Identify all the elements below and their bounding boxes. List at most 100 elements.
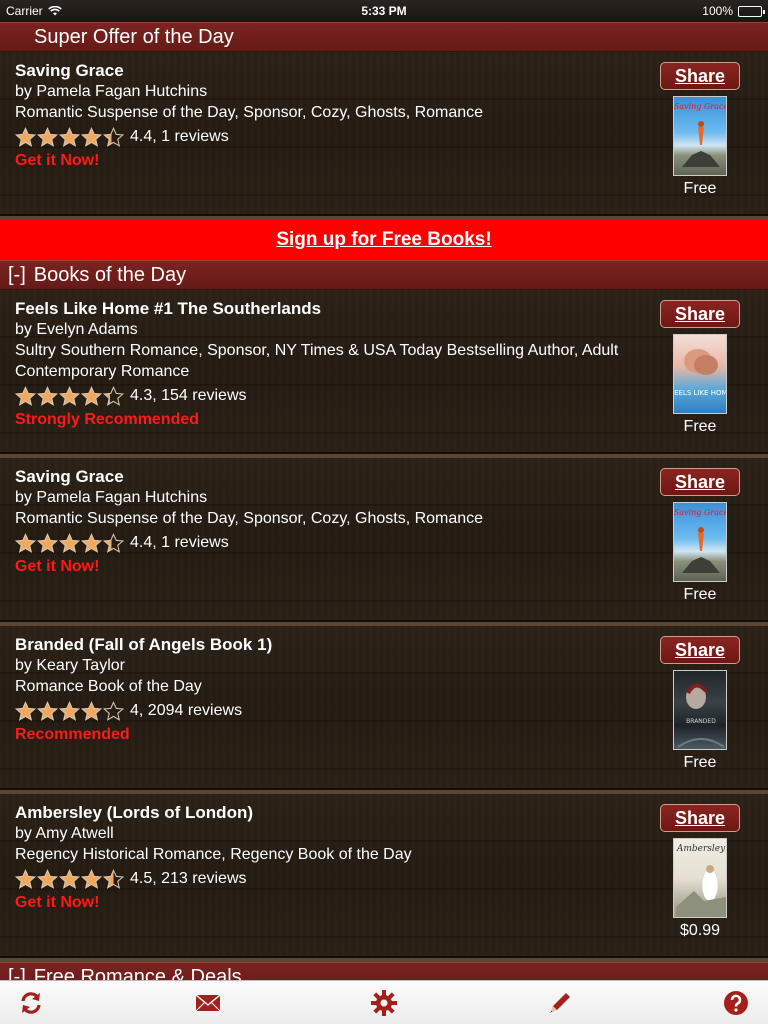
book-genres: Romance Book of the Day (15, 678, 202, 695)
cover-text: Ambersley (676, 844, 726, 854)
star-full-icon (15, 868, 36, 889)
star-full-icon (81, 385, 102, 406)
book-author: by Pamela Fagan Hutchins (15, 489, 208, 506)
book-row[interactable]: Ambersley (Lords of London) by Amy Atwel… (0, 794, 768, 962)
super-offer-title: Super Offer of the Day (34, 26, 234, 48)
star-half-icon (103, 868, 124, 889)
star-full-icon (59, 532, 80, 553)
book-title[interactable]: Saving Grace (15, 466, 670, 487)
share-button[interactable]: Share (660, 62, 740, 90)
star-full-icon (81, 532, 102, 553)
star-full-icon (81, 868, 102, 889)
book-author: by Keary Taylor (15, 657, 125, 674)
battery-icon (738, 5, 765, 17)
book-cover-saving-grace[interactable]: Saving Grace (673, 96, 727, 176)
rating-stars (15, 126, 124, 148)
recommended-link[interactable]: Recommended (15, 725, 670, 745)
share-button[interactable]: Share (660, 636, 740, 664)
rating-stars (15, 385, 124, 407)
rating-text: 4.4, 1 reviews (130, 128, 229, 145)
star-full-icon (59, 385, 80, 406)
star-full-icon (15, 385, 36, 406)
book-price: Free (683, 586, 717, 603)
star-full-icon (37, 385, 58, 406)
bottom-toolbar (0, 980, 768, 1024)
cover-text: FEELS LIKE HOME (674, 389, 727, 397)
book-rating: 4.4, 1 reviews (15, 531, 670, 555)
signup-banner[interactable]: Sign up for Free Books! (0, 220, 768, 260)
star-empty-icon (103, 700, 124, 721)
book-row[interactable]: Feels Like Home #1 The Southerlands by E… (0, 290, 768, 458)
star-full-icon (15, 532, 36, 553)
rating-stars (15, 532, 124, 554)
star-full-icon (59, 126, 80, 147)
star-full-icon (59, 700, 80, 721)
star-half-icon (103, 385, 124, 406)
book-rating: 4, 2094 reviews (15, 699, 670, 723)
star-full-icon (37, 868, 58, 889)
star-half-icon (103, 126, 124, 147)
cover-text: Saving Grace (674, 508, 727, 517)
book-price: Free (683, 180, 717, 197)
book-cover-saving-grace[interactable]: Saving Grace (673, 502, 727, 582)
share-button[interactable]: Share (660, 468, 740, 496)
strongly-recommended-link[interactable]: Strongly Recommended (15, 410, 670, 430)
book-cover-branded[interactable]: BRANDED (673, 670, 727, 750)
star-half-icon (103, 532, 124, 553)
book-price: $0.99 (679, 922, 721, 939)
book-row-super-offer[interactable]: Saving Grace by Pamela Fagan Hutchins Ro… (0, 52, 768, 220)
book-title[interactable]: Feels Like Home #1 The Southerlands (15, 298, 670, 319)
book-row[interactable]: Branded (Fall of Angels Book 1) by Keary… (0, 626, 768, 794)
book-title[interactable]: Saving Grace (15, 60, 670, 81)
get-it-now-link[interactable]: Get it Now! (15, 893, 670, 913)
rating-stars (15, 868, 124, 890)
book-author: by Pamela Fagan Hutchins (15, 83, 208, 100)
share-button[interactable]: Share (660, 804, 740, 832)
book-title[interactable]: Ambersley (Lords of London) (15, 802, 670, 823)
pencil-icon[interactable] (546, 989, 574, 1017)
mail-icon[interactable] (194, 989, 222, 1017)
book-author: by Amy Atwell (15, 825, 114, 842)
signup-link[interactable]: Sign up for Free Books! (276, 229, 491, 250)
book-rating: 4.3, 154 reviews (15, 384, 670, 408)
gear-icon[interactable] (370, 989, 398, 1017)
star-full-icon (81, 126, 102, 147)
collapse-toggle[interactable]: [-] (8, 264, 26, 286)
help-icon[interactable] (722, 989, 750, 1017)
cover-text: BRANDED (686, 718, 716, 725)
book-genres: Romantic Suspense of the Day, Sponsor, C… (15, 510, 484, 527)
book-row[interactable]: Saving Grace by Pamela Fagan Hutchins Ro… (0, 458, 768, 626)
book-price: Free (683, 754, 717, 771)
cover-text: Saving Grace (674, 102, 727, 111)
book-genres: Regency Historical Romance, Regency Book… (15, 846, 412, 863)
star-full-icon (59, 868, 80, 889)
share-button[interactable]: Share (660, 300, 740, 328)
rating-text: 4, 2094 reviews (130, 702, 243, 719)
rating-stars (15, 700, 124, 722)
rating-text: 4.4, 1 reviews (130, 534, 229, 551)
books-of-day-title: Books of the Day (33, 264, 187, 286)
star-full-icon (37, 126, 58, 147)
clock: 5:33 PM (361, 4, 407, 18)
star-full-icon (15, 126, 36, 147)
star-full-icon (81, 700, 102, 721)
book-author: by Evelyn Adams (15, 321, 138, 338)
star-full-icon (37, 700, 58, 721)
rating-text: 4.5, 213 reviews (130, 870, 247, 887)
star-full-icon (37, 532, 58, 553)
battery-label: 100% (702, 4, 733, 18)
book-rating: 4.4, 1 reviews (15, 125, 670, 149)
status-bar: Carrier 5:33 PM 100% (0, 0, 768, 22)
books-of-day-header[interactable]: [-] Books of the Day (0, 260, 768, 290)
book-title[interactable]: Branded (Fall of Angels Book 1) (15, 634, 670, 655)
get-it-now-link[interactable]: Get it Now! (15, 151, 670, 171)
book-cover-ambersley[interactable]: Ambersley (673, 838, 727, 918)
rating-text: 4.3, 154 reviews (130, 387, 247, 404)
refresh-icon[interactable] (17, 989, 45, 1017)
book-cover-feels-like-home[interactable]: FEELS LIKE HOME (673, 334, 727, 414)
book-price: Free (683, 418, 717, 435)
book-genres: Sultry Southern Romance, Sponsor, NY Tim… (15, 342, 619, 380)
book-rating: 4.5, 213 reviews (15, 867, 670, 891)
book-genres: Romantic Suspense of the Day, Sponsor, C… (15, 104, 484, 121)
get-it-now-link[interactable]: Get it Now! (15, 557, 670, 577)
